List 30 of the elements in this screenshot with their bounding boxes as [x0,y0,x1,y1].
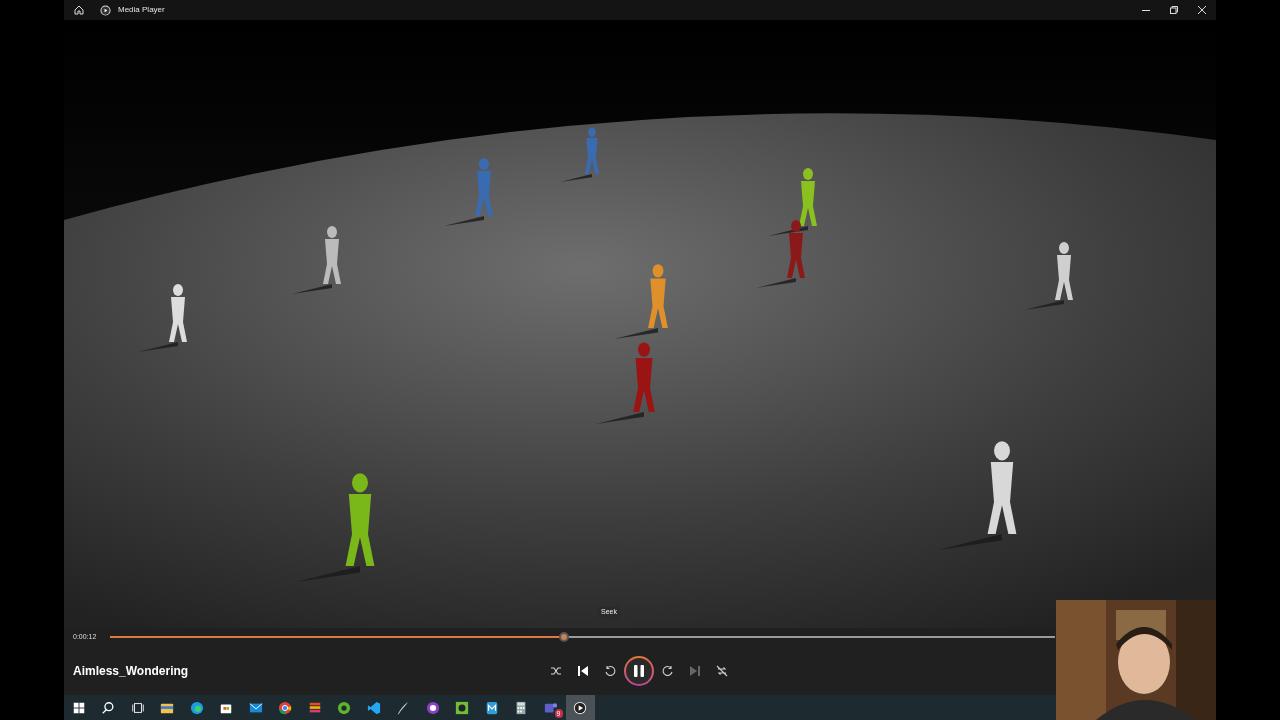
ring-icon [337,700,352,715]
browser-icon [189,700,204,715]
mail-icon [248,700,263,715]
close-icon [1198,6,1206,14]
home-icon[interactable] [74,5,84,15]
track-title: Aimless_Wondering [73,662,190,680]
teams-icon [543,700,558,715]
skip-forward-icon [662,664,674,677]
previous-icon [578,665,588,676]
restore-icon [1170,6,1178,14]
window-title: Media Player [118,4,165,16]
minimize-icon [1142,9,1150,11]
shuffle-icon [550,664,562,677]
next-icon [690,665,700,676]
pause-icon [634,664,644,677]
code-editor-icon [366,700,381,715]
windows-icon [71,700,86,715]
seek-thumb[interactable] [558,632,569,642]
play-icon [573,700,588,715]
taskbar-button[interactable] [565,695,595,720]
search-icon [101,700,116,715]
task-view-icon [130,700,145,715]
layers-icon [307,700,322,715]
browser-icon [278,700,293,715]
game-icon [455,700,470,715]
skip-back-icon [604,664,616,677]
repeat-off-icon [716,664,728,677]
pause-button[interactable] [624,655,654,686]
app-icon [100,4,111,16]
m-tile-icon [484,700,499,715]
